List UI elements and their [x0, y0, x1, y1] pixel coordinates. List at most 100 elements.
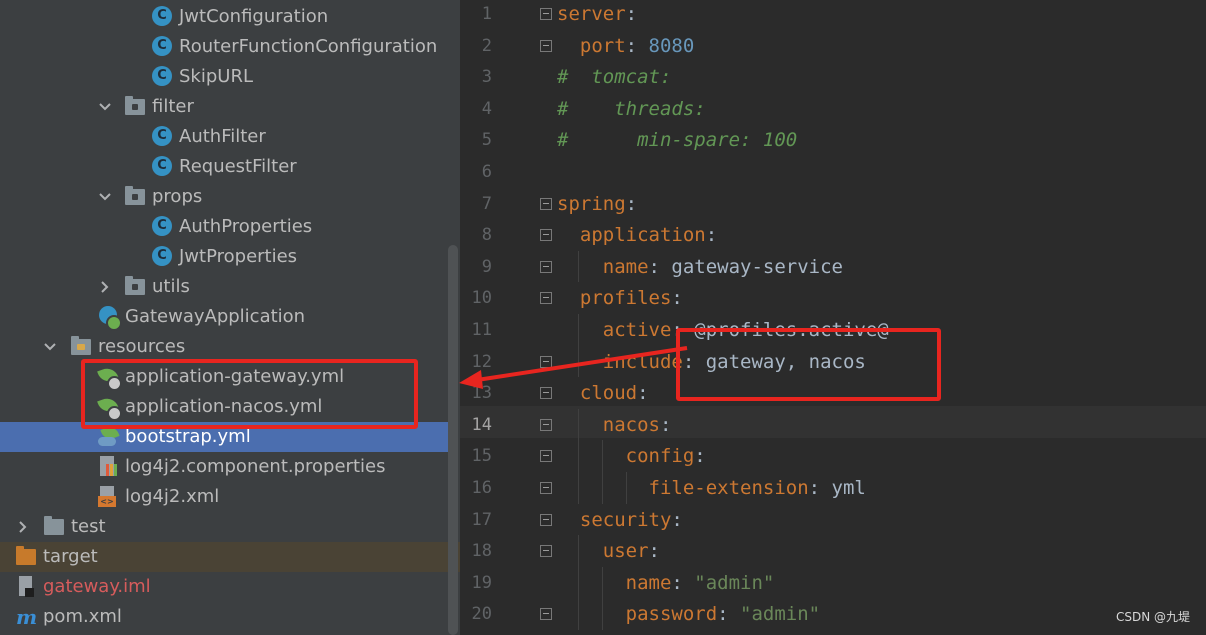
- code-token: port: [579, 34, 626, 57]
- code-token: "admin": [740, 603, 821, 626]
- line-number: 7: [481, 193, 492, 214]
- code-token: user: [602, 540, 649, 563]
- code-line[interactable]: name: gateway-service: [557, 251, 843, 283]
- fold-collapse-icon[interactable]: [539, 197, 553, 212]
- code-token: config: [625, 445, 695, 468]
- chevron-down-icon[interactable]: [98, 100, 112, 114]
- fold-collapse-icon[interactable]: [539, 418, 553, 433]
- tree-item-jwtproperties[interactable]: C JwtProperties: [0, 242, 448, 272]
- fold-collapse-icon[interactable]: [539, 292, 553, 306]
- tree-item-gateway-iml[interactable]: gateway.iml: [0, 572, 448, 602]
- fold-end-icon[interactable]: [539, 39, 553, 54]
- tree-item-jwtconfiguration[interactable]: C JwtConfiguration: [0, 2, 448, 32]
- code-line[interactable]: security:: [557, 504, 683, 536]
- code-line[interactable]: file-extension: yml: [557, 472, 866, 504]
- chevron-right-icon[interactable]: [98, 280, 112, 294]
- fold-end-icon[interactable]: [539, 608, 553, 622]
- code-line[interactable]: config:: [557, 440, 706, 472]
- code-token: active: [602, 319, 672, 341]
- excluded-folder-icon: [16, 546, 38, 568]
- code-token: application: [579, 224, 706, 247]
- fold-collapse-icon[interactable]: [539, 450, 553, 464]
- resources-folder-icon: [71, 336, 93, 358]
- tree-item-label: RequestFilter: [179, 156, 297, 177]
- code-token: :: [648, 540, 660, 563]
- tree-item-resources[interactable]: resources: [0, 332, 448, 362]
- code-line[interactable]: spring:: [557, 188, 637, 220]
- code-line[interactable]: name: "admin": [557, 567, 775, 599]
- code-token: :: [671, 508, 683, 531]
- tree-item-routerfunctionconfiguration[interactable]: C RouterFunctionConfiguration: [0, 32, 448, 62]
- tree-item-target[interactable]: target: [0, 542, 460, 572]
- tree-item-label: SkipURL: [179, 66, 253, 87]
- code-editor[interactable]: 1 server: 2 port: 8080 3 # tomcat: 4 # threads…: [460, 0, 1206, 635]
- code-line[interactable]: application:: [557, 219, 717, 251]
- code-token: name: [625, 571, 672, 594]
- class-icon: C: [152, 156, 174, 178]
- indent-guide: [602, 440, 603, 504]
- watermark: CSDN @九堤: [1115, 610, 1190, 624]
- code-line[interactable]: password: "admin": [557, 598, 820, 630]
- class-icon: C: [152, 126, 174, 148]
- indent-guide: [578, 535, 579, 630]
- tree-item-filter[interactable]: filter: [0, 92, 448, 122]
- class-icon: C: [152, 36, 174, 58]
- tree-item-skipurl[interactable]: C SkipURL: [0, 62, 448, 92]
- code-line[interactable]: # tomcat:: [557, 61, 671, 93]
- line-number: 4: [481, 98, 492, 119]
- iml-file-icon: [16, 576, 38, 598]
- code-line[interactable]: server:: [557, 0, 637, 30]
- line-number: 5: [481, 130, 492, 151]
- tree-item-label: pom.xml: [43, 606, 122, 627]
- tree-item-label: resources: [98, 336, 186, 357]
- maven-icon: m: [16, 605, 38, 629]
- chevron-down-icon[interactable]: [43, 340, 57, 354]
- tree-item-label: JwtProperties: [179, 246, 298, 267]
- code-token: :: [625, 3, 638, 25]
- code-token: 8080: [648, 34, 695, 57]
- tree-item-label: test: [71, 516, 106, 537]
- code-line[interactable]: # threads:: [557, 93, 706, 125]
- code-line[interactable]: nacos:: [557, 409, 672, 441]
- tree-item-log4j2-component-properties[interactable]: log4j2.component.properties: [0, 452, 448, 482]
- tree-item-label: AuthProperties: [179, 216, 313, 237]
- tree-item-label: log4j2.xml: [125, 486, 220, 507]
- fold-collapse-icon[interactable]: [539, 545, 553, 559]
- tree-item-label: target: [43, 546, 98, 567]
- code-line[interactable]: # min-spare: 100: [557, 124, 797, 156]
- tree-item-test[interactable]: test: [0, 512, 448, 542]
- fold-collapse-icon[interactable]: [539, 513, 553, 528]
- code-line[interactable]: user:: [557, 535, 660, 567]
- tree-item-pom-xml[interactable]: m pom.xml: [0, 602, 448, 632]
- fold-end-icon[interactable]: [539, 482, 553, 496]
- line-number: 1: [481, 4, 492, 24]
- fold-collapse-icon[interactable]: [539, 8, 553, 22]
- tree-item-log4j2-xml[interactable]: <> log4j2.xml: [0, 482, 448, 512]
- code-token: :: [671, 287, 683, 310]
- tree-item-label: utils: [152, 276, 190, 297]
- tree-item-gatewayapplication[interactable]: GatewayApplication: [0, 302, 448, 332]
- code-line[interactable]: port: 8080: [557, 30, 694, 62]
- tree-scrollbar[interactable]: [448, 245, 458, 635]
- indent-guide: [626, 472, 627, 504]
- fold-collapse-icon[interactable]: [539, 229, 553, 243]
- line-number: 18: [471, 541, 492, 562]
- chevron-right-icon[interactable]: [16, 520, 30, 534]
- tree-item-props[interactable]: props: [0, 182, 448, 212]
- xml-file-icon: <>: [98, 486, 120, 508]
- tree-item-utils[interactable]: utils: [0, 272, 448, 302]
- code-line[interactable]: profiles:: [557, 282, 683, 314]
- chevron-down-icon[interactable]: [98, 190, 112, 204]
- line-number: 16: [471, 478, 492, 498]
- fold-end-icon[interactable]: [539, 260, 553, 275]
- tree-item-requestfilter[interactable]: C RequestFilter: [0, 152, 448, 182]
- tree-item-authproperties[interactable]: C AuthProperties: [0, 212, 448, 242]
- tree-item-authfilter[interactable]: C AuthFilter: [0, 122, 448, 152]
